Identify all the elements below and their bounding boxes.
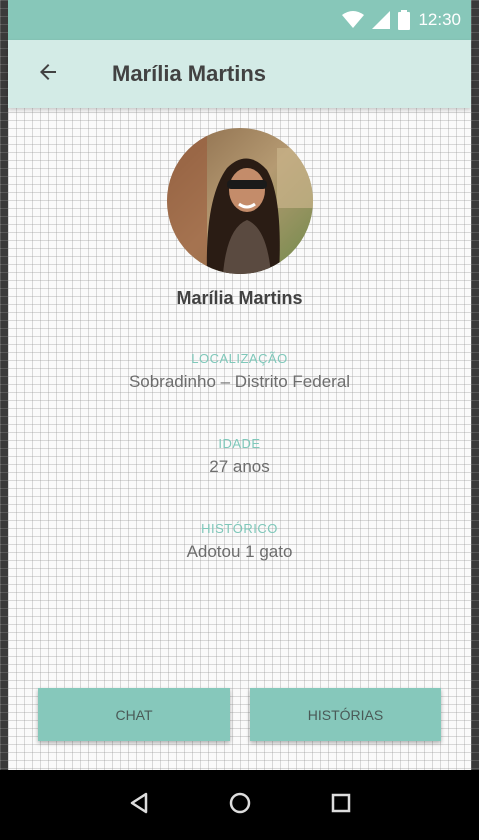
- age-field: IDADE 27 anos: [209, 436, 270, 477]
- history-field: HISTÓRICO Adotou 1 gato: [187, 521, 293, 562]
- back-button[interactable]: [20, 46, 76, 102]
- profile-name: Marília Martins: [176, 288, 303, 308]
- status-time: 12:30: [418, 10, 461, 29]
- nav-recents-button[interactable]: [321, 785, 361, 825]
- signal-icon: [372, 11, 391, 29]
- page-title: Marília Martins: [112, 61, 267, 86]
- stories-button[interactable]: HISTÓRIAS: [250, 688, 441, 741]
- history-label: HISTÓRICO: [201, 521, 278, 536]
- device-frame-right: [471, 0, 479, 840]
- arrow-left-icon: [36, 60, 60, 89]
- location-value: Sobradinho – Distrito Federal: [128, 372, 351, 391]
- app-bar: Marília Martins: [8, 40, 471, 108]
- history-value: Adotou 1 gato: [186, 542, 293, 561]
- device-frame-left: [0, 0, 8, 840]
- chat-button[interactable]: CHAT: [38, 688, 230, 741]
- location-field: LOCALIZAÇÃO Sobradinho – Distrito Federa…: [129, 351, 350, 392]
- profile-section: Marília Martins LOCALIZAÇÃO Sobradinho –…: [8, 108, 471, 562]
- nav-back-button[interactable]: [119, 785, 159, 825]
- avatar: [166, 128, 313, 274]
- nav-home-button[interactable]: [220, 785, 260, 825]
- wifi-icon: [342, 11, 365, 29]
- age-value: 27 anos: [209, 457, 270, 476]
- navigation-bar: [0, 770, 479, 840]
- back-triangle-icon: [128, 792, 150, 819]
- status-bar: 12:30: [8, 0, 471, 40]
- home-circle-icon: [229, 792, 251, 819]
- battery-icon: [398, 10, 411, 30]
- age-label: IDADE: [218, 436, 261, 451]
- location-label: LOCALIZAÇÃO: [191, 351, 288, 366]
- recents-square-icon: [330, 792, 352, 819]
